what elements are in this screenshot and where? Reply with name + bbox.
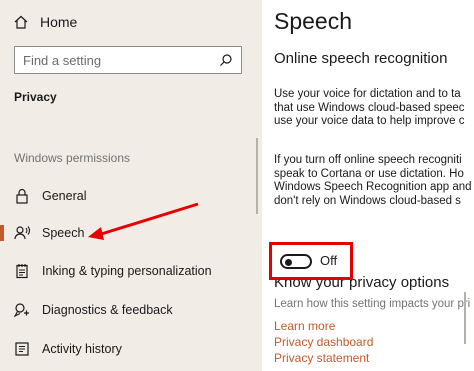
sidebar-item-general[interactable]: General: [0, 180, 262, 212]
sidebar-item-label: General: [42, 189, 87, 203]
online-speech-heading: Online speech recognition: [274, 50, 448, 67]
lock-icon: [14, 188, 30, 204]
section-title-privacy: Privacy: [14, 90, 57, 104]
highlight-box: Off: [269, 242, 353, 280]
feedback-icon: [14, 302, 30, 318]
speech-description: Use your voice for dictation and to ta t…: [274, 88, 474, 129]
home-link[interactable]: Home: [14, 12, 77, 32]
privacy-statement-link[interactable]: Privacy statement: [274, 351, 369, 365]
sidebar-item-label: Inking & typing personalization: [42, 264, 212, 278]
speech-icon: [14, 225, 30, 241]
nav-scrollbar[interactable]: [256, 138, 258, 214]
description-line: Use your voice for dictation and to ta: [274, 88, 461, 100]
sidebar-item-activity-history[interactable]: Activity history: [0, 333, 262, 365]
sidebar-item-inking-typing[interactable]: Inking & typing personalization: [0, 255, 262, 287]
search-icon[interactable]: [219, 53, 233, 67]
description-line: don't rely on Windows cloud-based s: [274, 194, 461, 207]
online-speech-toggle[interactable]: [280, 254, 312, 269]
learn-more-link[interactable]: Learn more: [274, 319, 335, 333]
sidebar-item-label: Diagnostics & feedback: [42, 303, 173, 317]
page-title: Speech: [274, 8, 353, 34]
sidebar-item-diagnostics[interactable]: Diagnostics & feedback: [0, 294, 262, 326]
description-line: speak to Cortana or use dictation. Ho: [274, 167, 464, 180]
selection-marker: [0, 225, 4, 241]
description-line: use your voice data to help improve c: [274, 115, 465, 127]
description-line: If you turn off online speech recogniti: [274, 154, 462, 166]
description-line: Windows Speech Recognition app and: [274, 181, 472, 193]
history-icon: [14, 341, 30, 357]
content-scrollbar[interactable]: [464, 292, 466, 344]
privacy-description: Learn how this setting impacts your pri: [274, 298, 471, 310]
home-label: Home: [40, 14, 78, 30]
sidebar-item-speech[interactable]: Speech: [0, 217, 262, 249]
nav-pane: Home Find a setting Privacy Windows perm…: [0, 0, 262, 371]
sidebar-item-label: Activity history: [42, 342, 122, 356]
privacy-dashboard-link[interactable]: Privacy dashboard: [274, 335, 373, 349]
toggle-state-label: Off: [320, 253, 338, 268]
search-placeholder: Find a setting: [23, 52, 102, 68]
sidebar-item-label: Speech: [42, 226, 85, 240]
speech-off-description: If you turn off online speech recogniti …: [274, 154, 474, 208]
toggle-knob: [285, 258, 292, 266]
search-input[interactable]: Find a setting: [14, 46, 242, 74]
home-icon: [14, 15, 28, 29]
description-line: that use Windows cloud-based speec: [274, 101, 465, 114]
notepad-icon: [14, 263, 30, 279]
group-header-windows-permissions: Windows permissions: [14, 151, 131, 165]
content-pane: Speech Online speech recognition Use you…: [262, 0, 474, 371]
